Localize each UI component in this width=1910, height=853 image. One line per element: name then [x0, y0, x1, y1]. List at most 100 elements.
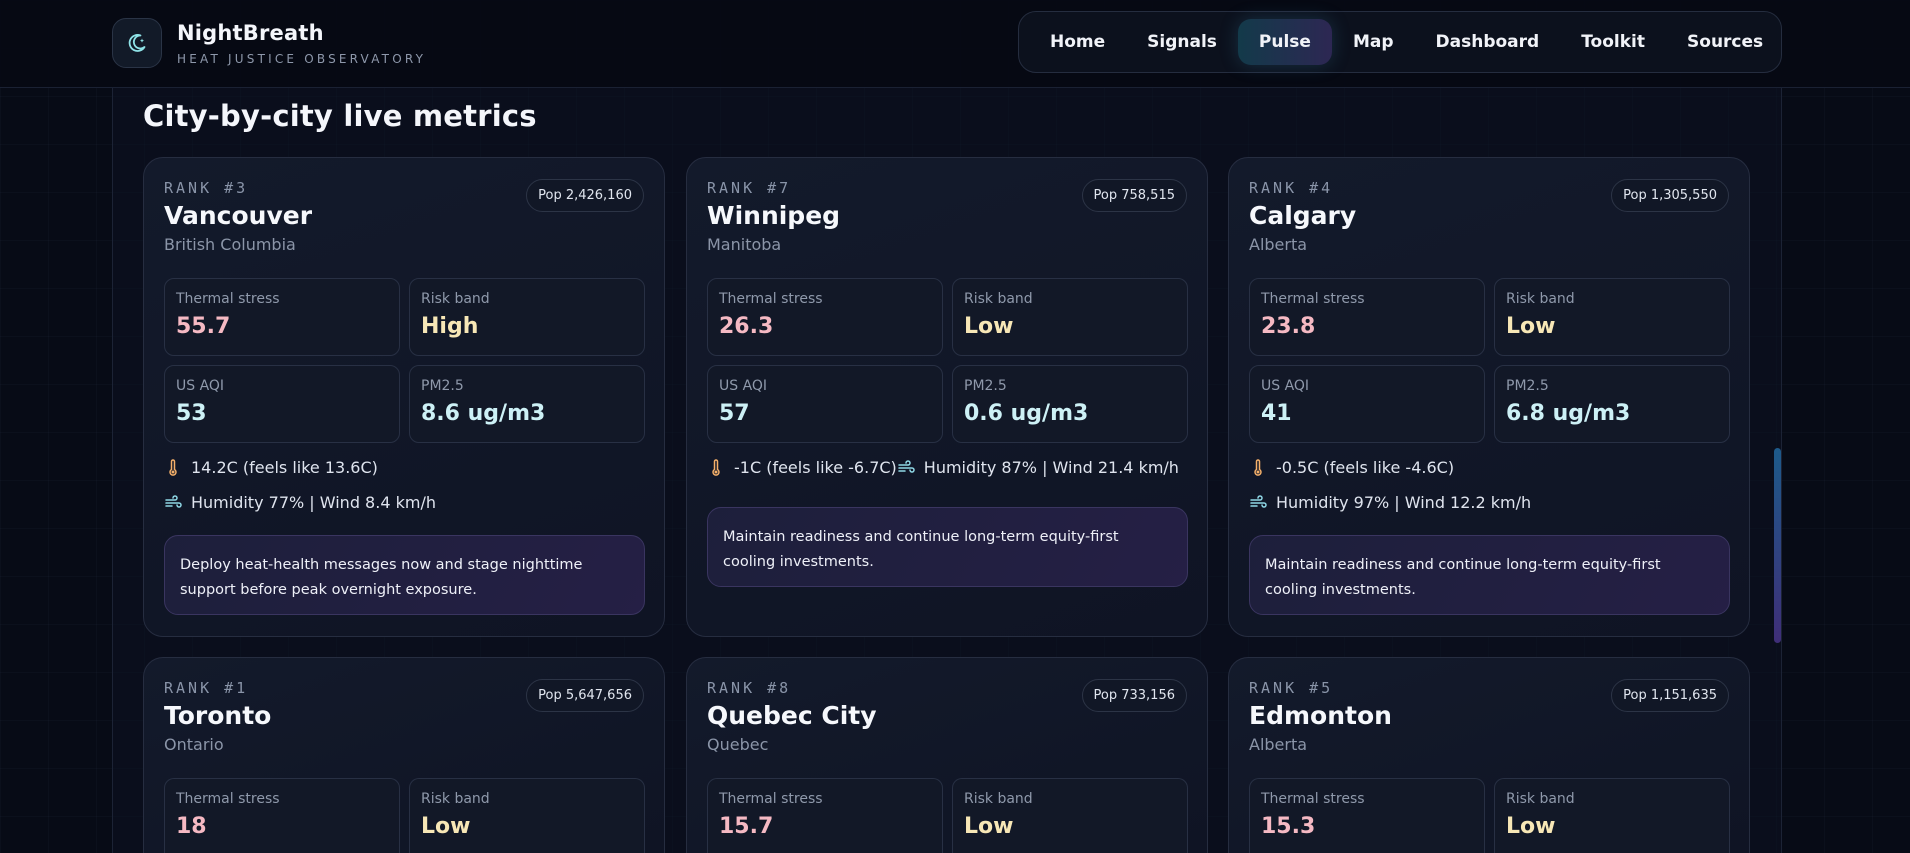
- metric-thermal-stress: Thermal stress 26.3: [707, 278, 943, 356]
- metric-label: Risk band: [1506, 791, 1575, 807]
- city-rank: RANK #1: [164, 679, 249, 697]
- metric-us-aqi: US AQI 57: [707, 365, 943, 443]
- population-badge: Pop 1,305,550: [1611, 179, 1729, 212]
- brand-subtitle: HEAT JUSTICE OBSERVATORY: [177, 51, 427, 66]
- city-card: RANK #7 Pop 758,515 Winnipeg Manitoba Th…: [686, 157, 1208, 637]
- metric-value: 53: [176, 401, 207, 426]
- wind-icon: [898, 459, 915, 473]
- metric-value: 15.3: [1261, 814, 1316, 839]
- humidity-wind-text: Humidity 87% | Wind 21.4 km/h: [923, 458, 1179, 477]
- thermometer-icon: [169, 458, 177, 476]
- metric-pm25: PM2.5 0.6 ug/m3: [952, 365, 1188, 443]
- city-name: Quebec City: [707, 701, 877, 730]
- main-nav: Home Signals Pulse Map Dashboard Toolkit…: [1018, 11, 1782, 73]
- population-badge: Pop 1,151,635: [1611, 679, 1729, 712]
- metric-pm25: PM2.5 8.6 ug/m3: [409, 365, 645, 443]
- population-badge: Pop 758,515: [1081, 179, 1187, 212]
- metric-label: Thermal stress: [719, 791, 823, 807]
- metric-value: Low: [421, 814, 471, 839]
- city-card: RANK #3 Pop 2,426,160 Vancouver British …: [143, 157, 665, 637]
- metric-risk-band: Risk band Low: [1494, 778, 1730, 853]
- metric-thermal-stress: Thermal stress 15.3: [1249, 778, 1485, 853]
- metric-label: Risk band: [421, 291, 490, 307]
- population-badge: Pop 733,156: [1081, 679, 1187, 712]
- city-rank: RANK #4: [1249, 179, 1334, 197]
- metric-risk-band: Risk band Low: [1494, 278, 1730, 356]
- city-card: RANK #5 Pop 1,151,635 Edmonton Alberta T…: [1228, 657, 1750, 853]
- metric-value: 18: [176, 814, 207, 839]
- thermometer-icon: [1254, 458, 1262, 476]
- population-badge: Pop 5,647,656: [526, 679, 644, 712]
- metric-value: 26.3: [719, 314, 774, 339]
- metric-label: Risk band: [964, 791, 1033, 807]
- nav-signals[interactable]: Signals: [1126, 19, 1238, 65]
- province-name: Alberta: [1249, 235, 1308, 254]
- metric-us-aqi: US AQI 41: [1249, 365, 1485, 443]
- metric-label: Thermal stress: [719, 291, 823, 307]
- city-rank: RANK #3: [164, 179, 249, 197]
- city-name: Calgary: [1249, 201, 1357, 230]
- thermometer-icon: [712, 458, 720, 476]
- temperature-text: 14.2C (feels like 13.6C): [191, 458, 378, 477]
- metric-label: Thermal stress: [176, 791, 280, 807]
- metric-pm25: PM2.5 6.8 ug/m3: [1494, 365, 1730, 443]
- brand[interactable]: NightBreath HEAT JUSTICE OBSERVATORY: [112, 18, 426, 68]
- metric-label: PM2.5: [421, 378, 464, 394]
- humidity-wind-line: Humidity 77% | Wind 8.4 km/h: [164, 493, 436, 512]
- nav-sources[interactable]: Sources: [1666, 19, 1784, 65]
- recommendation-note: Maintain readiness and continue long-ter…: [1249, 535, 1730, 615]
- scrollbar-thumb[interactable]: [1774, 448, 1781, 643]
- metric-value: Low: [1506, 314, 1556, 339]
- metric-value: High: [421, 314, 479, 339]
- city-rank: RANK #7: [707, 179, 792, 197]
- humidity-wind-line: Humidity 97% | Wind 12.2 km/h: [1249, 493, 1531, 512]
- brand-name: NightBreath: [177, 20, 324, 45]
- temperature-line: -1C (feels like -6.7C) Humidity 87% | Wi…: [707, 458, 1179, 477]
- nav-toolkit[interactable]: Toolkit: [1560, 19, 1666, 65]
- metric-label: US AQI: [719, 378, 768, 394]
- nav-map[interactable]: Map: [1332, 19, 1415, 65]
- metric-thermal-stress: Thermal stress 55.7: [164, 278, 400, 356]
- province-name: Manitoba: [707, 235, 782, 254]
- city-rank: RANK #5: [1249, 679, 1334, 697]
- metric-value: 6.8 ug/m3: [1506, 401, 1631, 426]
- metric-value: Low: [964, 814, 1014, 839]
- nav-pulse[interactable]: Pulse: [1237, 19, 1332, 65]
- city-name: Vancouver: [164, 201, 313, 230]
- metric-label: Thermal stress: [1261, 791, 1365, 807]
- humidity-wind-text: Humidity 97% | Wind 12.2 km/h: [1276, 493, 1532, 512]
- metric-label: Risk band: [964, 291, 1033, 307]
- nav-dashboard[interactable]: Dashboard: [1415, 19, 1561, 65]
- recommendation-note: Maintain readiness and continue long-ter…: [707, 507, 1188, 587]
- nav-home[interactable]: Home: [1029, 19, 1126, 65]
- metric-thermal-stress: Thermal stress 23.8: [1249, 278, 1485, 356]
- temperature-line: -0.5C (feels like -4.6C): [1249, 458, 1454, 477]
- city-rank: RANK #8: [707, 679, 792, 697]
- city-name: Winnipeg: [707, 201, 841, 230]
- metric-risk-band: Risk band Low: [409, 778, 645, 853]
- metric-label: PM2.5: [964, 378, 1007, 394]
- metric-us-aqi: US AQI 53: [164, 365, 400, 443]
- province-name: Quebec: [707, 735, 769, 754]
- wind-icon: [1250, 494, 1267, 508]
- metric-label: Risk band: [421, 791, 490, 807]
- metric-thermal-stress: Thermal stress 18: [164, 778, 400, 853]
- metric-value: 8.6 ug/m3: [421, 401, 546, 426]
- metric-risk-band: Risk band High: [409, 278, 645, 356]
- province-name: Ontario: [164, 735, 224, 754]
- temperature-text: -1C (feels like -6.7C): [734, 458, 897, 477]
- metric-label: US AQI: [176, 378, 225, 394]
- metric-thermal-stress: Thermal stress 15.7: [707, 778, 943, 853]
- wind-icon: [165, 494, 182, 508]
- metric-value: Low: [964, 314, 1014, 339]
- city-card: RANK #4 Pop 1,305,550 Calgary Alberta Th…: [1228, 157, 1750, 637]
- temperature-line: 14.2C (feels like 13.6C): [164, 458, 378, 477]
- metric-label: Thermal stress: [176, 291, 280, 307]
- population-badge: Pop 2,426,160: [526, 179, 644, 212]
- province-name: British Columbia: [164, 235, 296, 254]
- metric-label: US AQI: [1261, 378, 1310, 394]
- province-name: Alberta: [1249, 735, 1308, 754]
- metric-value: 15.7: [719, 814, 774, 839]
- metric-value: 57: [719, 401, 750, 426]
- city-name: Toronto: [164, 701, 272, 730]
